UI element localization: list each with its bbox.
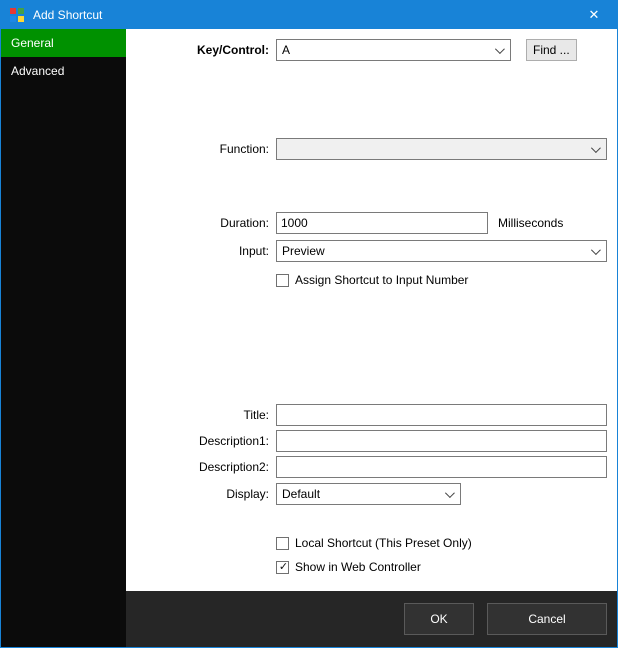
local-shortcut-label: Local Shortcut (This Preset Only) <box>295 536 472 550</box>
key-control-row: Key/Control: A Find ... <box>126 39 605 61</box>
sidebar: General Advanced <box>1 29 126 647</box>
input-select[interactable]: Preview <box>276 240 607 262</box>
find-button[interactable]: Find ... <box>526 39 577 61</box>
titlebar: Add Shortcut ✕ <box>1 1 617 29</box>
local-shortcut-checkbox[interactable] <box>276 537 289 550</box>
display-label: Display: <box>126 487 269 501</box>
key-control-label: Key/Control: <box>126 43 269 57</box>
close-icon[interactable]: ✕ <box>571 1 617 29</box>
general-panel: Key/Control: A Find ... Function: Durati… <box>126 29 617 591</box>
input-label: Input: <box>126 244 269 258</box>
ok-button[interactable]: OK <box>404 603 474 635</box>
duration-label: Duration: <box>126 216 269 230</box>
chevron-down-icon <box>495 44 505 54</box>
chevron-down-icon <box>445 488 455 498</box>
description2-row: Description2: <box>126 456 605 478</box>
local-shortcut-row: Local Shortcut (This Preset Only) <box>126 532 605 554</box>
description1-label: Description1: <box>126 434 269 448</box>
window-title: Add Shortcut <box>33 8 102 22</box>
input-value: Preview <box>277 244 325 258</box>
description2-label: Description2: <box>126 460 269 474</box>
function-row: Function: <box>126 138 605 160</box>
display-value: Default <box>277 487 320 501</box>
sidebar-item-general[interactable]: General <box>1 29 126 57</box>
sidebar-item-advanced-label: Advanced <box>11 64 64 78</box>
chevron-down-icon <box>591 245 601 255</box>
function-label: Function: <box>126 142 269 156</box>
key-control-value: A <box>277 43 290 57</box>
duration-unit-label: Milliseconds <box>498 216 563 230</box>
web-controller-row: Show in Web Controller <box>126 556 605 578</box>
duration-row: Duration: Milliseconds <box>126 212 605 234</box>
assign-shortcut-label: Assign Shortcut to Input Number <box>295 273 468 287</box>
display-row: Display: Default <box>126 483 605 505</box>
title-input[interactable] <box>276 404 607 426</box>
description1-input[interactable] <box>276 430 607 452</box>
input-row: Input: Preview <box>126 240 605 262</box>
description1-row: Description1: <box>126 430 605 452</box>
web-controller-checkbox[interactable] <box>276 561 289 574</box>
title-row: Title: <box>126 404 605 426</box>
display-select[interactable]: Default <box>276 483 461 505</box>
assign-shortcut-row: Assign Shortcut to Input Number <box>126 269 605 291</box>
duration-input[interactable] <box>276 212 488 234</box>
description2-input[interactable] <box>276 456 607 478</box>
web-controller-label: Show in Web Controller <box>295 560 421 574</box>
chevron-down-icon <box>591 143 601 153</box>
key-control-select[interactable]: A <box>276 39 511 61</box>
title-label: Title: <box>126 408 269 422</box>
function-select[interactable] <box>276 138 607 160</box>
add-shortcut-dialog: Add Shortcut ✕ General Advanced Key/Cont… <box>0 0 618 648</box>
footer: OK Cancel <box>126 591 617 647</box>
assign-shortcut-checkbox[interactable] <box>276 274 289 287</box>
sidebar-item-advanced[interactable]: Advanced <box>1 57 126 85</box>
cancel-button[interactable]: Cancel <box>487 603 607 635</box>
sidebar-item-general-label: General <box>11 36 54 50</box>
app-icon <box>10 8 24 22</box>
